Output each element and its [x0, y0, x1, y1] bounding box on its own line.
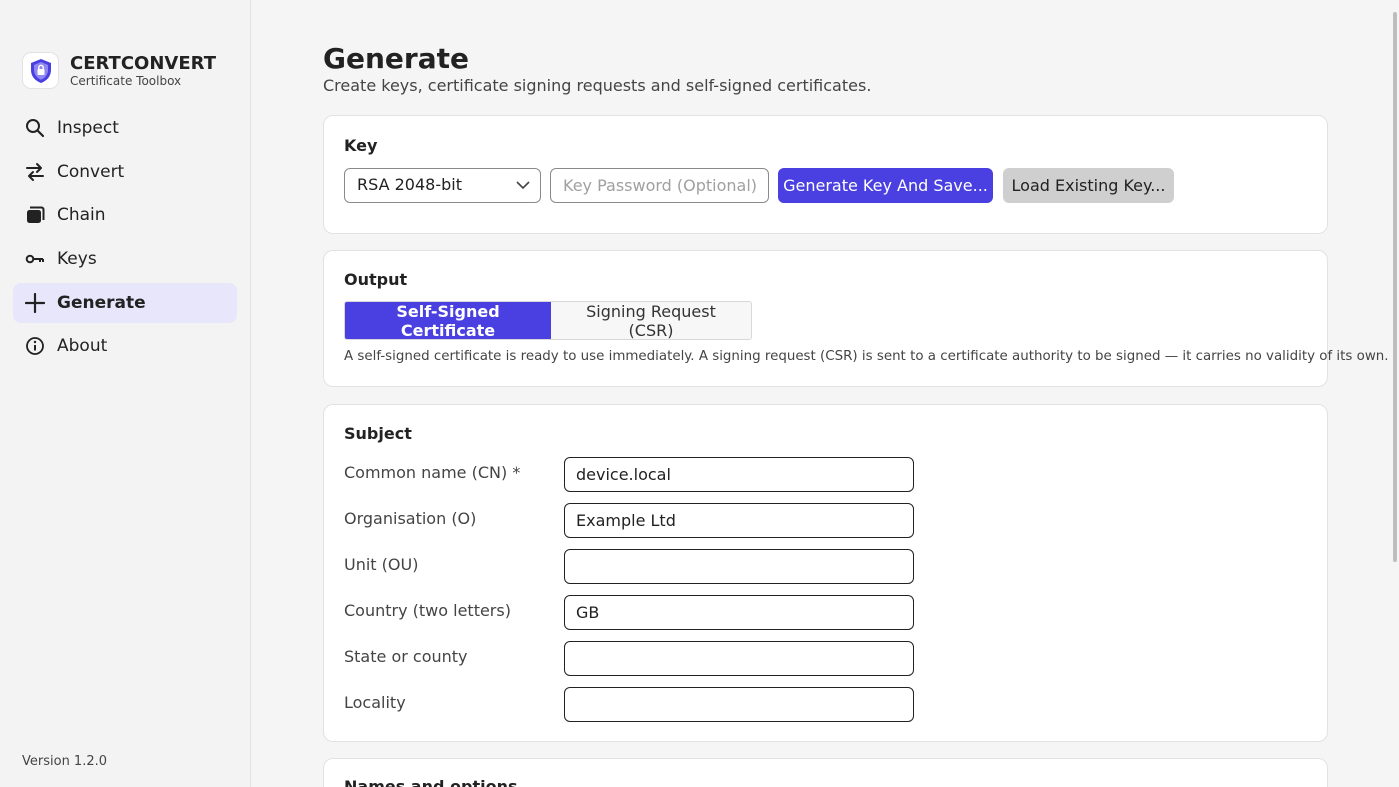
sidebar-item-label: About	[57, 336, 108, 357]
tab-signing-request[interactable]: Signing Request (CSR)	[551, 302, 751, 339]
app-subtitle: Certificate Toolbox	[70, 73, 182, 88]
version-label: Version 1.2.0	[22, 754, 108, 769]
organisation-label: Organisation (O)	[344, 509, 477, 528]
field-row-country: Country (two letters)	[344, 595, 914, 630]
scrollbar[interactable]	[1393, 12, 1397, 562]
chevron-down-icon	[516, 177, 530, 196]
page-subtitle: Create keys, certificate signing request…	[323, 76, 872, 95]
field-row-unit: Unit (OU)	[344, 549, 914, 584]
swap-arrows-icon	[25, 162, 45, 182]
output-description: A self-signed certificate is ready to us…	[344, 349, 1389, 364]
brand: CERTCONVERT Certificate Toolbox	[22, 52, 216, 89]
output-type-segmented-control: Self-Signed Certificate Signing Request …	[344, 301, 752, 340]
sidebar-item-label: Keys	[57, 249, 97, 270]
locality-field[interactable]	[564, 687, 914, 722]
common-name-label: Common name (CN) *	[344, 463, 521, 482]
page-title: Generate	[323, 42, 469, 75]
field-row-state: State or county	[344, 641, 914, 676]
state-field[interactable]	[564, 641, 914, 676]
load-existing-key-button[interactable]: Load Existing Key...	[1003, 168, 1174, 203]
info-icon	[25, 336, 45, 356]
locality-label: Locality	[344, 693, 406, 712]
key-card-title: Key	[344, 136, 378, 155]
stack-icon	[25, 205, 45, 225]
country-field[interactable]	[564, 595, 914, 630]
main-content: Generate Create keys, certificate signin…	[251, 0, 1389, 787]
organisation-field[interactable]	[564, 503, 914, 538]
subject-card: Subject Common name (CN) * Organisation …	[323, 404, 1328, 742]
sidebar-item-chain[interactable]: Chain	[13, 195, 237, 235]
app-name: CERTCONVERT	[70, 52, 216, 74]
generate-key-button[interactable]: Generate Key And Save...	[778, 168, 993, 203]
sidebar-item-label: Convert	[57, 161, 125, 182]
search-icon	[25, 118, 45, 138]
shield-logo-icon	[22, 52, 59, 89]
subject-card-title: Subject	[344, 424, 412, 443]
sidebar: CERTCONVERT Certificate Toolbox Inspect …	[0, 0, 251, 787]
key-type-select[interactable]: RSA 2048-bit	[344, 168, 541, 203]
names-options-card: Names and options	[323, 758, 1328, 787]
sidebar-item-convert[interactable]: Convert	[13, 152, 237, 192]
tab-self-signed-certificate[interactable]: Self-Signed Certificate	[345, 302, 551, 339]
field-row-locality: Locality	[344, 687, 914, 722]
plus-icon	[25, 292, 45, 313]
country-label: Country (two letters)	[344, 601, 511, 620]
key-icon	[25, 249, 45, 269]
field-row-organisation: Organisation (O)	[344, 503, 914, 538]
sidebar-item-about[interactable]: About	[13, 326, 237, 366]
names-options-card-title: Names and options	[344, 777, 518, 787]
key-type-value: RSA 2048-bit	[357, 175, 462, 194]
common-name-field[interactable]	[564, 457, 914, 492]
key-card: Key RSA 2048-bit Generate Key And Save..…	[323, 115, 1328, 234]
sidebar-nav: Inspect Convert Chain Keys Generate Abou…	[13, 108, 237, 370]
sidebar-item-inspect[interactable]: Inspect	[13, 108, 237, 148]
unit-label: Unit (OU)	[344, 555, 419, 574]
sidebar-item-label: Chain	[57, 205, 106, 226]
unit-field[interactable]	[564, 549, 914, 584]
sidebar-item-generate[interactable]: Generate	[13, 282, 237, 323]
field-row-common-name: Common name (CN) *	[344, 457, 914, 492]
sidebar-item-label: Generate	[57, 292, 146, 313]
output-card-title: Output	[344, 270, 408, 289]
sidebar-item-label: Inspect	[57, 118, 119, 138]
sidebar-item-keys[interactable]: Keys	[13, 239, 237, 279]
state-label: State or county	[344, 647, 468, 666]
key-password-input[interactable]	[550, 168, 769, 203]
output-card: Output Self-Signed Certificate Signing R…	[323, 250, 1389, 387]
